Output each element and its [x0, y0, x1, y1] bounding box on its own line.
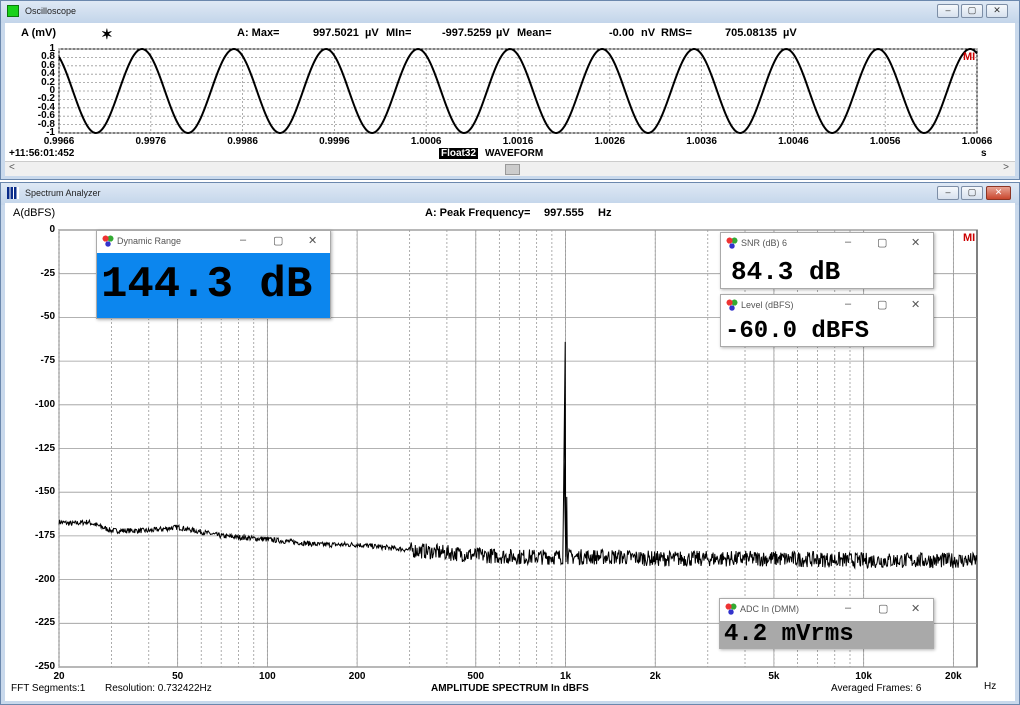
meter-app-icon [726, 299, 738, 311]
maximize-button[interactable]: ▢ [961, 186, 983, 200]
x-tick-label: 1k [559, 671, 572, 682]
close-button[interactable]: ✕ [308, 234, 317, 247]
x-tick-label: 100 [259, 671, 276, 682]
meter-title: Dynamic Range [117, 236, 182, 246]
y-tick-label: -25 [40, 267, 55, 279]
x-tick-label: 1.0006 [410, 136, 442, 147]
osc-plot-title: WAVEFORM [485, 148, 544, 159]
scroll-left-icon[interactable]: < [9, 162, 15, 173]
oscilloscope-app-icon [7, 5, 19, 17]
x-tick-label: 2k [649, 671, 661, 682]
scroll-right-icon[interactable]: > [1003, 162, 1009, 173]
minimize-button[interactable]: – [937, 186, 959, 200]
meter-app-icon [725, 603, 737, 615]
osc-x-unit: s [981, 148, 987, 159]
x-tick-label: 5k [768, 671, 780, 682]
minimize-button[interactable]: – [845, 602, 851, 614]
meter-app-icon [102, 235, 114, 247]
level-value: -60.0 dBFS [721, 317, 933, 346]
meter-title: SNR (dB) 6 [741, 238, 788, 248]
close-button[interactable]: ✕ [986, 4, 1008, 18]
x-tick-label: 1.0066 [961, 136, 993, 147]
adc-meter[interactable]: ADC In (DMM) – ▢ ✕ 4.2 mVrms [719, 598, 934, 649]
x-tick-label: 1.0016 [502, 136, 534, 147]
x-tick-label: 1.0026 [594, 136, 626, 147]
spec-x-unit: Hz [984, 681, 997, 692]
oscilloscope-panel: A (mV) ✶ A: Max= 997.5021 µV MIn= -997.5… [5, 23, 1015, 163]
x-tick-label: 1.0056 [869, 136, 901, 147]
maximize-button[interactable]: ▢ [877, 298, 887, 311]
meter-title: ADC In (DMM) [740, 604, 799, 614]
y-tick-label: -175 [34, 529, 55, 541]
x-tick-label: 1.0036 [686, 136, 717, 147]
spec-marker[interactable]: MI [963, 232, 975, 244]
meter-app-icon [726, 237, 738, 249]
y-tick-label: -75 [40, 355, 55, 367]
osc-marker[interactable]: MI [963, 51, 975, 63]
y-tick-label: -100 [34, 398, 55, 410]
x-tick-label: 200 [348, 671, 366, 682]
level-meter[interactable]: Level (dBFS) – ▢ ✕ -60.0 dBFS [720, 294, 934, 347]
minimize-button[interactable]: – [845, 298, 851, 310]
snr-meter[interactable]: SNR (dB) 6 – ▢ ✕ 84.3 dB [720, 232, 934, 289]
horizontal-scrollbar[interactable]: < > [5, 161, 1015, 176]
close-button[interactable]: ✕ [911, 236, 920, 249]
meter-titlebar[interactable]: SNR (dB) 6 – ▢ ✕ [721, 233, 933, 255]
spectrum-app-icon [7, 187, 19, 199]
x-tick-label: 20 [53, 671, 65, 682]
x-tick-label: 50 [172, 671, 184, 682]
oscilloscope-titlebar[interactable]: Oscilloscope – ▢ ✕ [1, 1, 1019, 23]
averaged-frames: Averaged Frames: 6 [831, 683, 922, 694]
snr-value: 84.3 dB [721, 255, 933, 288]
meter-title: Level (dBFS) [741, 300, 794, 310]
osc-format-badge[interactable]: Float32 [439, 148, 479, 159]
minimize-button[interactable]: – [937, 4, 959, 18]
spectrum-titlebar[interactable]: Spectrum Analyzer – ▢ ✕ [1, 183, 1019, 205]
maximize-button[interactable]: ▢ [961, 4, 983, 18]
adc-value: 4.2 mVrms [720, 621, 933, 648]
resolution: Resolution: 0.732422Hz [105, 683, 212, 694]
spec-plot-title: AMPLITUDE SPECTRUM In dBFS [431, 683, 589, 694]
x-tick-label: 0.9966 [43, 136, 75, 147]
x-tick-label: 0.9976 [135, 136, 167, 147]
dynamic-range-meter[interactable]: Dynamic Range – ▢ ✕ 144.3 dB [96, 230, 331, 319]
y-tick-label: -225 [34, 617, 55, 629]
meter-titlebar[interactable]: Level (dBFS) – ▢ ✕ [721, 295, 933, 317]
minimize-button[interactable]: – [845, 236, 851, 248]
close-button[interactable]: ✕ [911, 602, 920, 615]
y-tick-label: -250 [34, 661, 55, 672]
y-tick-label: -125 [34, 442, 55, 454]
x-tick-label: 500 [467, 671, 485, 682]
oscilloscope-window: Oscilloscope – ▢ ✕ A (mV) ✶ A: Max= 997.… [0, 0, 1020, 180]
y-tick-label: -150 [34, 486, 55, 498]
y-tick-label: -50 [40, 311, 55, 323]
osc-timestamp: +11:56:01:452 [9, 148, 75, 159]
x-tick-label: 0.9986 [227, 136, 258, 147]
y-tick-label: 0 [49, 224, 55, 235]
y-tick-label: -200 [34, 573, 55, 585]
maximize-button[interactable]: ▢ [878, 602, 888, 615]
meter-titlebar[interactable]: Dynamic Range – ▢ ✕ [97, 231, 330, 253]
maximize-button[interactable]: ▢ [877, 236, 887, 249]
x-tick-label: 20k [945, 671, 962, 682]
x-tick-label: 0.9996 [319, 136, 350, 147]
x-tick-label: 1.0046 [778, 136, 809, 147]
close-button[interactable]: ✕ [911, 298, 920, 311]
fft-segments: FFT Segments:1 [11, 683, 86, 694]
meter-titlebar[interactable]: ADC In (DMM) – ▢ ✕ [720, 599, 933, 621]
scroll-thumb[interactable] [505, 164, 520, 175]
maximize-button[interactable]: ▢ [273, 234, 283, 247]
minimize-button[interactable]: – [240, 234, 246, 246]
x-tick-label: 10k [855, 671, 872, 682]
dynamic-range-value: 144.3 dB [97, 253, 330, 318]
spectrum-title: Spectrum Analyzer [25, 188, 101, 198]
close-button[interactable]: ✕ [986, 186, 1011, 200]
oscilloscope-title: Oscilloscope [25, 6, 77, 16]
